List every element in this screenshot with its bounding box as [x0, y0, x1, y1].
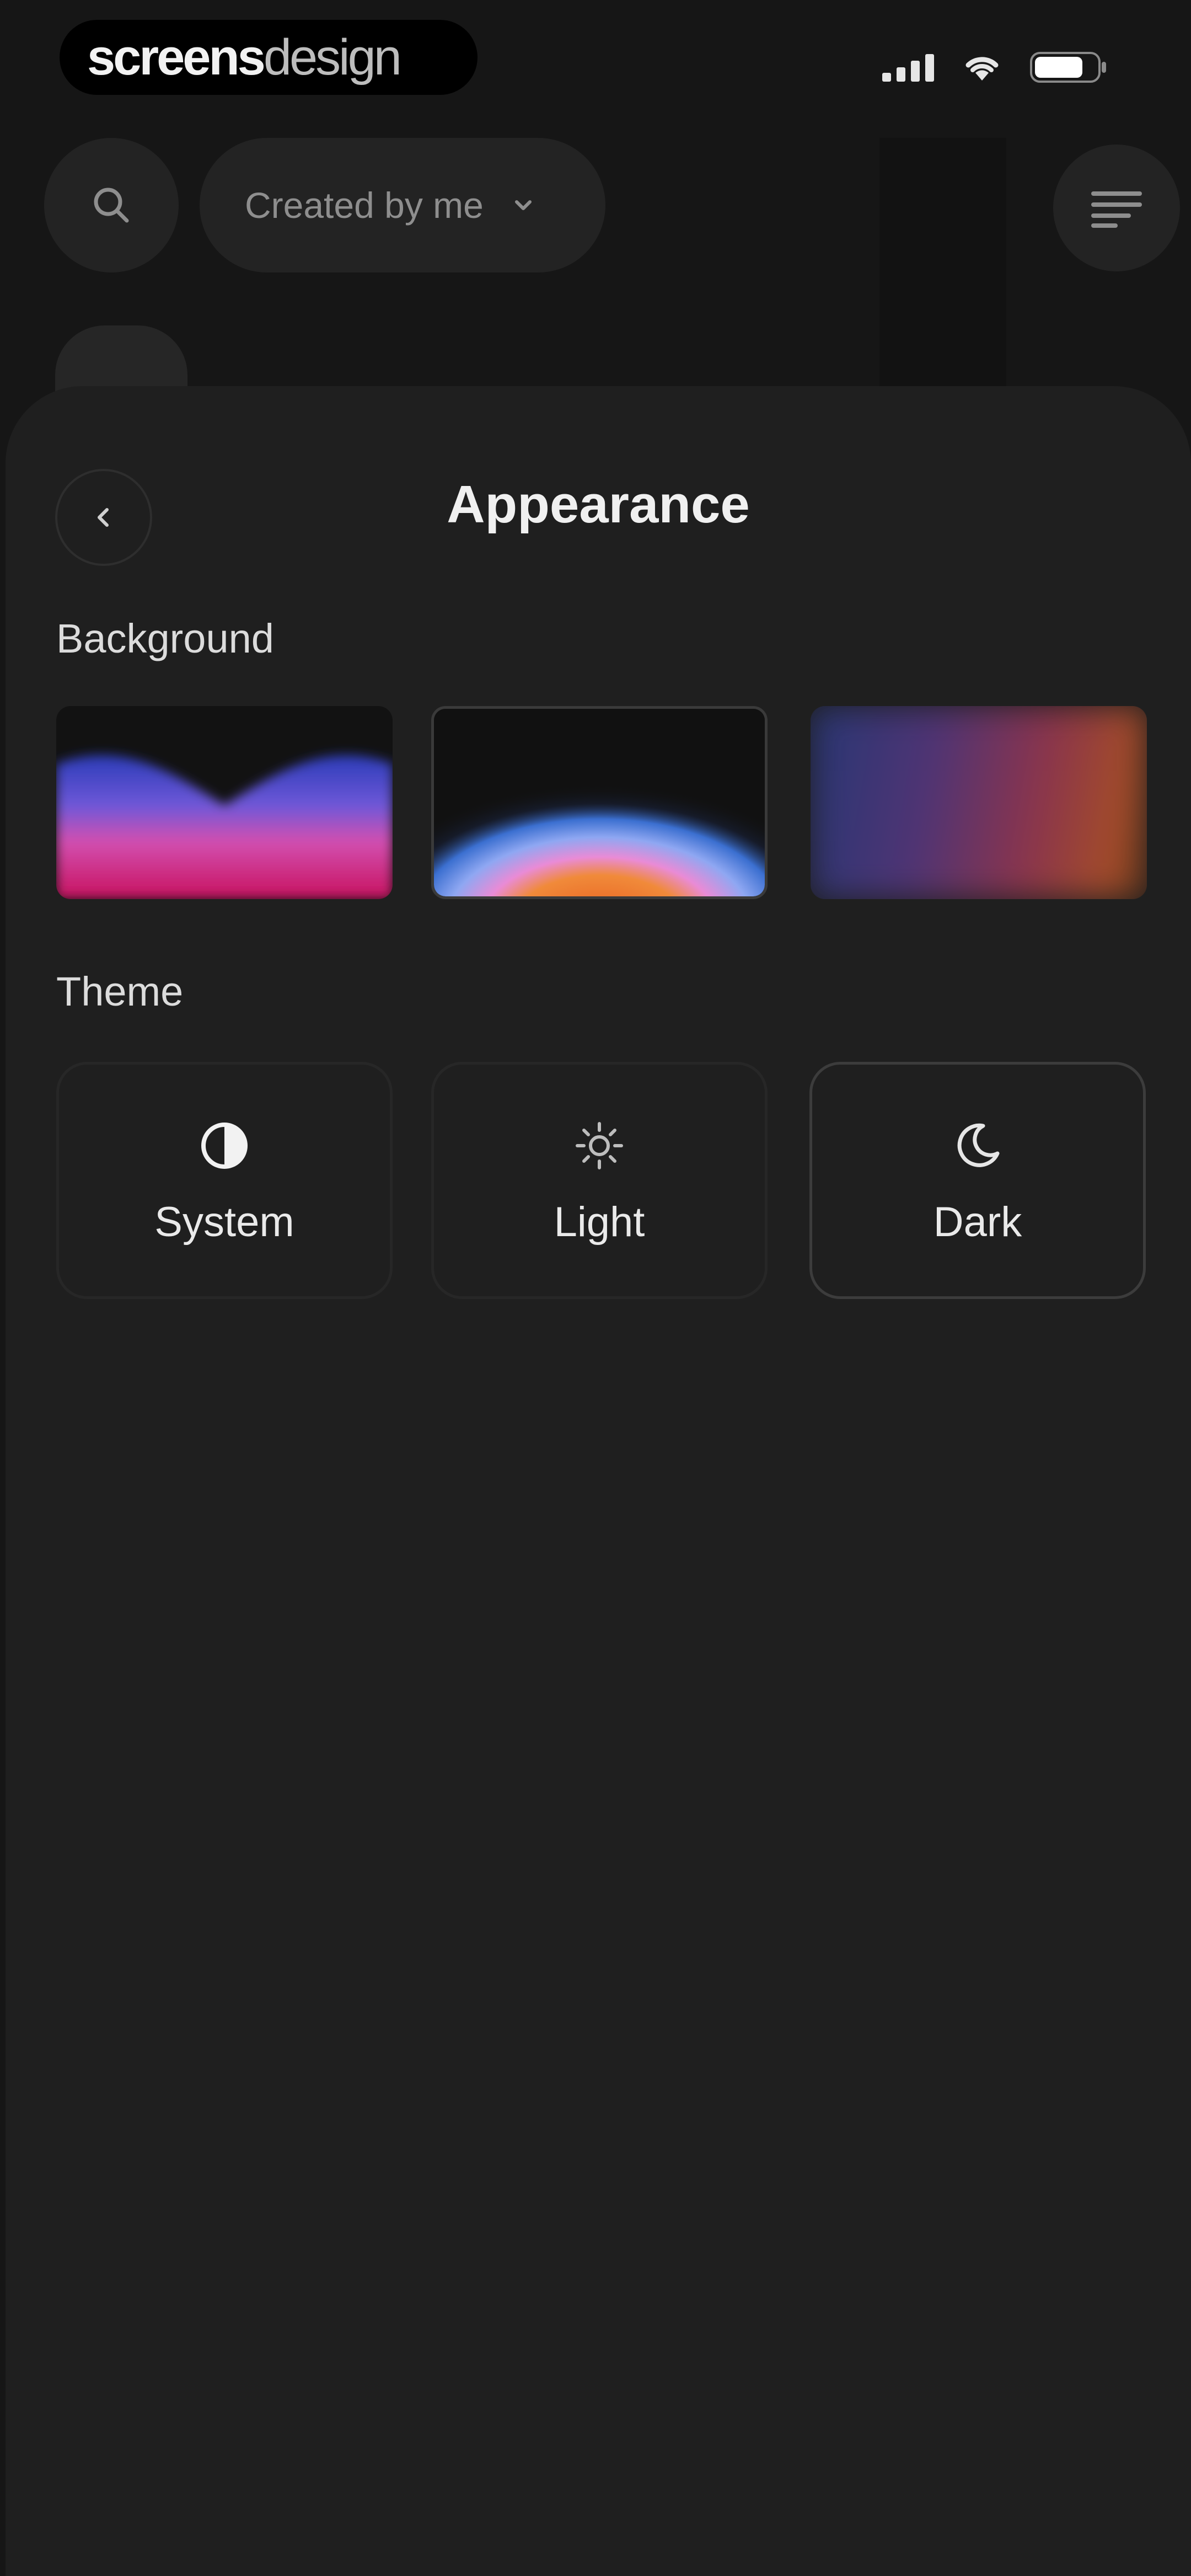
background-option-wave[interactable]	[56, 706, 393, 899]
status-bar: screens design	[0, 0, 1191, 127]
theme-option-label: Light	[554, 1198, 645, 1246]
sun-icon	[572, 1115, 627, 1176]
search-icon	[94, 188, 129, 223]
theme-option-label: System	[154, 1198, 294, 1246]
page-title: Appearance	[447, 475, 750, 534]
theme-option-light[interactable]: Light	[431, 1062, 768, 1299]
chevron-down-icon	[514, 200, 532, 210]
background-card-peek	[879, 138, 1006, 386]
brand-word-screens: screens	[87, 29, 266, 85]
sort-menu-button[interactable]	[1053, 145, 1180, 271]
top-toolbar: Created by me	[0, 138, 1191, 276]
brand-logo: screens design	[60, 20, 478, 95]
brand-word-design: design	[263, 29, 402, 85]
aurora-gradient-image	[811, 706, 1147, 899]
background-option-aurora[interactable]	[811, 706, 1147, 899]
theme-option-dark[interactable]: Dark	[809, 1062, 1146, 1299]
filter-dropdown[interactable]: Created by me	[200, 138, 605, 272]
background-option-sunrise[interactable]	[431, 706, 768, 899]
theme-section-label: Theme	[56, 969, 184, 1014]
cellular-signal-icon	[882, 53, 934, 82]
moon-icon	[950, 1115, 1005, 1176]
background-section-label: Background	[56, 616, 274, 661]
filter-label: Created by me	[245, 185, 484, 226]
theme-options: System Light Dark	[56, 1062, 1146, 1299]
appearance-sheet: Appearance Background Theme System Light…	[6, 386, 1191, 2576]
half-circle-contrast-icon	[197, 1115, 252, 1176]
theme-option-system[interactable]: System	[56, 1062, 393, 1299]
battery-icon	[1030, 51, 1108, 84]
sort-menu-icon	[1091, 191, 1142, 228]
search-button[interactable]	[44, 138, 179, 272]
background-options	[56, 706, 1147, 899]
sunrise-gradient-image	[434, 709, 765, 896]
wifi-icon	[964, 53, 1000, 82]
wave-gradient-image	[56, 706, 393, 899]
theme-option-label: Dark	[933, 1198, 1022, 1246]
system-icons	[882, 51, 1108, 84]
